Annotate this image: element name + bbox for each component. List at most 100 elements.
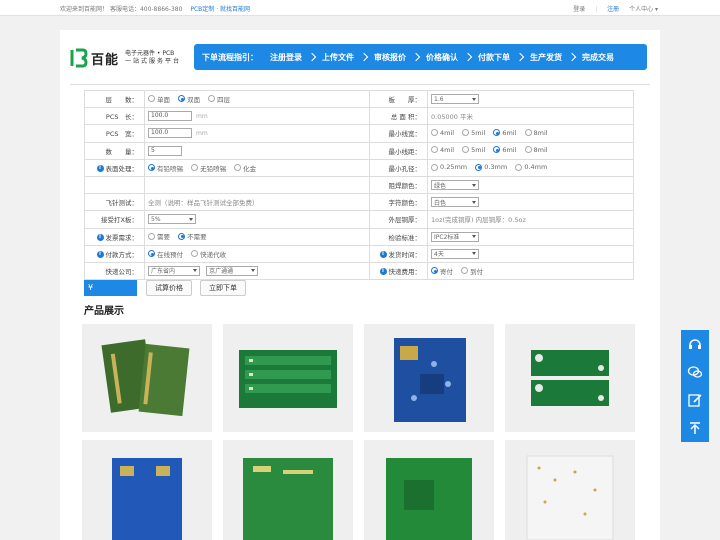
layers-label: 层 数： <box>84 89 145 109</box>
courier-label: 快递公司： <box>84 261 145 281</box>
site-logo[interactable]: 百能 电子元器件 • PCB 一站式服务平台 <box>70 46 181 70</box>
shipping-fee-label: i 快递费用： <box>369 261 428 281</box>
pcb-link[interactable]: PCB定制 · 就找百能网 <box>190 6 250 13</box>
min-trace-radio-5mil[interactable]: 5mil <box>462 129 485 137</box>
logo-brand: 百能 <box>91 52 120 68</box>
area-label: 总 面 积： <box>369 107 428 126</box>
flying-value: 全测（说明：样品飞针测试全部免费） <box>144 193 370 212</box>
product-image[interactable] <box>505 324 635 432</box>
info-icon[interactable]: i <box>96 165 104 173</box>
pcb-quote-form: 层 数： 单面 双面 四层 板 厚： 1.6 PCS 长： 100.0 mm 总 … <box>84 89 634 281</box>
divider: | <box>595 6 598 13</box>
thickness-label: 板 厚： <box>369 89 428 109</box>
mask-color-select[interactable]: 绿色 <box>431 180 479 191</box>
top-bar: 欢迎来到百能网！ 客服电话：400-8866-380 PCB定制 · 就找百能网… <box>0 0 720 16</box>
product-image[interactable] <box>505 440 635 540</box>
layers-radio-single[interactable]: 单面 <box>148 94 170 104</box>
area-value: 0.05000 平米 <box>427 107 634 126</box>
thickness-select[interactable]: 1.6 <box>431 94 479 105</box>
courier-company-select[interactable]: 京广通通 <box>206 265 259 276</box>
info-icon[interactable]: i <box>96 234 104 242</box>
silk-color-select[interactable]: 白色 <box>431 197 479 208</box>
min-trace-radio-4mil[interactable]: 4mil <box>431 129 454 137</box>
chevron-down-icon <box>472 252 476 256</box>
wechat-icon[interactable] <box>681 358 709 386</box>
min-hole-radio-03[interactable]: 0.3mm <box>475 163 507 171</box>
width-unit: mm <box>196 130 208 138</box>
min-trace-radio-8mil[interactable]: 8mil <box>524 129 548 137</box>
calc-price-button[interactable]: 试算价格 <box>146 280 192 296</box>
price-display: ¥ <box>84 280 137 296</box>
register-link[interactable]: 注册 <box>607 6 619 13</box>
chevron-down-icon <box>472 97 476 101</box>
min-space-radio-6mil[interactable]: 6mil <box>493 146 516 154</box>
copper-value: 1oz(完成铜厚) 内层铜厚：0.5oz <box>427 210 634 229</box>
min-space-radio-5mil[interactable]: 5mil <box>462 146 485 154</box>
welcome-text: 欢迎来到百能网！ <box>60 6 109 13</box>
min-hole-radio-04[interactable]: 0.4mm <box>515 163 547 171</box>
product-image[interactable] <box>223 440 353 540</box>
standard-label: 检验标准： <box>369 227 428 246</box>
surface-radio-enig[interactable]: 化金 <box>234 163 256 173</box>
shipping-radio-prepaid[interactable]: 寄付 <box>431 266 453 276</box>
surface-radio-leadfree[interactable]: 无铅喷锡 <box>191 163 226 173</box>
min-space-radio-4mil[interactable]: 4mil <box>431 146 454 154</box>
chevron-down-icon <box>189 217 193 221</box>
hotline-text: 客服电话：400-8866-380 <box>109 6 183 13</box>
chevron-right-icon <box>307 52 317 62</box>
chevron-down-icon <box>472 200 476 204</box>
min-hole-radio-025[interactable]: 0.25mm <box>431 163 467 171</box>
standard-select[interactable]: IPC2标准 <box>431 231 479 242</box>
flow-step: 价格确认 <box>426 52 458 62</box>
min-trace-radio-6mil[interactable]: 6mil <box>493 129 516 137</box>
edit-icon[interactable] <box>681 386 709 414</box>
invoice-radio-no[interactable]: 不需要 <box>178 231 207 241</box>
headset-icon[interactable] <box>681 330 709 358</box>
qty-input[interactable]: 5 <box>148 145 182 156</box>
chevron-right-icon <box>515 52 525 62</box>
payment-radio-online[interactable]: 在线预付 <box>148 249 183 259</box>
delivery-select[interactable]: 4天 <box>431 248 479 259</box>
flow-step: 完成交易 <box>582 52 614 62</box>
product-image[interactable] <box>364 440 494 540</box>
invoice-radio-yes[interactable]: 需要 <box>148 231 170 241</box>
min-space-radio-8mil[interactable]: 8mil <box>524 146 548 154</box>
courier-region-select[interactable]: 广东省内 <box>148 265 200 276</box>
delivery-label: i 发货时间： <box>369 244 428 263</box>
flow-step: 注册登录 <box>270 52 302 62</box>
shipping-radio-collect[interactable]: 到付 <box>461 266 483 276</box>
min-hole-label: 最小孔径： <box>369 158 428 177</box>
product-image[interactable] <box>82 440 212 540</box>
flow-step: 生产发货 <box>530 52 562 62</box>
place-order-button[interactable]: 立即下单 <box>200 280 246 296</box>
xout-select[interactable]: 5% <box>148 214 196 225</box>
flying-label: 飞针测试： <box>84 193 145 212</box>
min-space-label: 最小线距： <box>369 141 428 160</box>
xout-label: 接受打X板： <box>84 210 145 229</box>
chevron-right-icon <box>359 52 369 62</box>
login-link[interactable]: 登录 <box>573 6 585 13</box>
info-icon[interactable]: i <box>379 268 387 276</box>
width-input[interactable]: 100.0 <box>148 128 192 139</box>
layers-radio-four[interactable]: 四层 <box>208 94 230 104</box>
product-image[interactable] <box>223 324 353 432</box>
info-icon[interactable]: i <box>96 251 104 259</box>
user-center-link[interactable]: 个人中心 ▾ <box>629 6 658 13</box>
product-image[interactable] <box>364 324 494 432</box>
layers-radio-double[interactable]: 双面 <box>178 94 200 104</box>
mask-color-label: 阻焊颜色： <box>369 175 428 195</box>
surface-radio-leaded[interactable]: 有铅喷锡 <box>148 163 183 173</box>
payment-radio-cod[interactable]: 快递代收 <box>191 249 226 259</box>
width-label: PCS 宽： <box>84 124 145 143</box>
copper-label: 外层铜厚： <box>369 210 428 229</box>
info-icon[interactable]: i <box>379 251 387 259</box>
logo-mark-icon <box>70 48 88 68</box>
layers-options: 单面 双面 四层 <box>144 89 370 109</box>
back-to-top-icon[interactable] <box>681 414 709 442</box>
products-title: 产品展示 <box>84 306 124 317</box>
chevron-right-icon <box>411 52 421 62</box>
product-image[interactable] <box>82 324 212 432</box>
length-input[interactable]: 100.0 <box>148 111 192 122</box>
chevron-down-icon <box>472 183 476 187</box>
length-label: PCS 长： <box>84 107 145 126</box>
